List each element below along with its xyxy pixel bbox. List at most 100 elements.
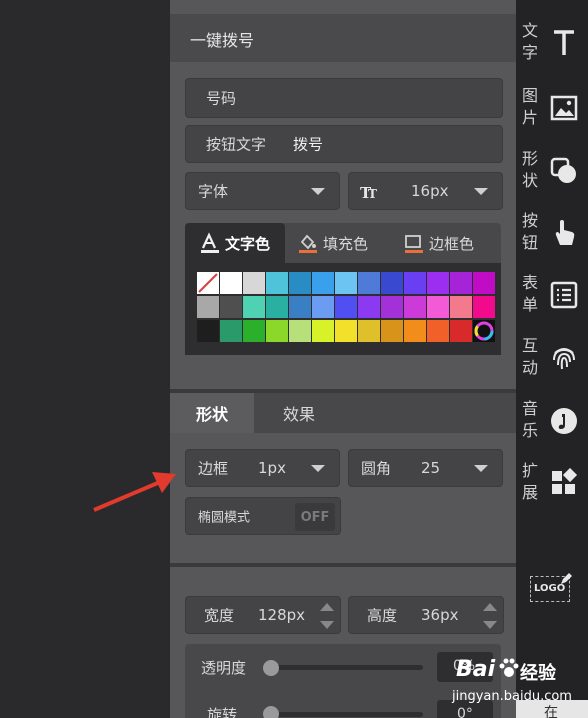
rail-label-interact: 互动 [522,336,539,377]
color-swatch[interactable] [266,296,288,318]
tab-fill-color[interactable]: 填充色 [297,223,397,263]
color-swatch[interactable] [427,296,449,318]
color-swatch[interactable] [243,272,265,294]
border-select[interactable]: 边框 1px [185,449,340,487]
left-canvas-area [0,0,170,718]
button-text-field[interactable]: 按钮文字 拨号 [185,125,503,163]
component-rail: 文字 图片 形状 按钮 表单 互动 音乐 扩展 LOGO [516,0,588,718]
text-color-icon [199,232,221,254]
color-swatch[interactable] [404,320,426,342]
color-swatch[interactable] [381,320,403,342]
color-swatch[interactable] [289,320,311,342]
ellipse-mode-field: 椭圆模式 OFF [185,497,341,535]
tab-effect[interactable]: 效果 [254,393,344,433]
color-tabs: 文字色 填充色 边框色 [185,223,501,263]
color-swatch[interactable] [266,272,288,294]
tab-shape[interactable]: 形状 [170,393,254,433]
color-swatch[interactable] [335,296,357,318]
height-value: 36px [421,606,459,624]
rotate-slider-thumb[interactable] [263,706,279,718]
chevron-down-icon [474,188,488,195]
color-swatch[interactable] [381,272,403,294]
height-field[interactable]: 高度 36px [348,596,504,634]
number-field[interactable]: 号码 [185,78,503,118]
rail-item-shape[interactable]: 形状 [516,148,588,206]
rail-label-shape: 形状 [522,149,539,190]
color-swatch[interactable] [358,296,380,318]
color-swatch[interactable] [197,320,219,342]
font-select[interactable]: 字体 [185,172,340,210]
rail-item-extend[interactable]: 扩展 [516,460,588,518]
color-swatch[interactable] [404,272,426,294]
color-swatch[interactable] [266,320,288,342]
height-stepper[interactable] [483,601,497,631]
color-swatch[interactable] [358,320,380,342]
radius-label: 圆角 [361,459,392,478]
color-palette [185,263,501,355]
color-swatch[interactable] [427,272,449,294]
color-swatch[interactable] [427,320,449,342]
chevron-down-icon [311,465,325,472]
color-swatch[interactable] [450,320,472,342]
rail-item-form[interactable]: 表单 [516,272,588,330]
form-icon [549,280,579,310]
music-icon [549,406,579,436]
color-swatch[interactable] [289,296,311,318]
tab-border-color[interactable]: 边框色 [403,223,503,263]
rail-item-text[interactable]: 文字 [516,20,588,78]
chevron-down-icon [474,465,488,472]
rail-label-text: 文字 [522,21,539,62]
rail-item-interact[interactable]: 互动 [516,335,588,393]
color-swatch[interactable] [381,296,403,318]
color-swatch[interactable] [197,296,219,318]
color-swatch[interactable] [220,320,242,342]
arrow-up-icon[interactable] [320,603,334,611]
width-value: 128px [258,606,306,624]
number-label: 号码 [206,89,237,108]
color-swatch[interactable] [335,272,357,294]
color-swatch[interactable] [289,272,311,294]
color-swatch[interactable] [450,296,472,318]
shape-tabs: 形状 效果 [170,393,516,433]
color-wheel-icon[interactable] [473,320,495,342]
color-swatch[interactable] [243,320,265,342]
color-swatch[interactable] [220,296,242,318]
opacity-slider-thumb[interactable] [263,660,279,676]
radius-select[interactable]: 圆角 25 [348,449,503,487]
color-swatch[interactable] [312,320,334,342]
rail-label-form: 表单 [522,273,539,314]
color-swatch[interactable] [450,272,472,294]
arrow-down-icon[interactable] [483,621,497,629]
border-label: 边框 [198,459,229,478]
watermark: Bai 经验 jingyan.baidu.com [448,655,588,718]
width-field[interactable]: 宽度 128px [185,596,341,634]
color-swatch[interactable] [312,272,334,294]
color-swatch[interactable] [312,296,334,318]
arrow-down-icon[interactable] [320,621,334,629]
font-size-select[interactable]: TT 16px [348,172,503,210]
rail-item-music[interactable]: 音乐 [516,398,588,456]
swatch-none[interactable] [197,272,219,294]
color-swatch[interactable] [473,296,495,318]
ellipse-mode-toggle[interactable]: OFF [295,503,335,531]
arrow-up-icon[interactable] [483,603,497,611]
color-swatch[interactable] [358,272,380,294]
color-swatch[interactable] [335,320,357,342]
ellipse-mode-label: 椭圆模式 [198,510,251,526]
color-swatch[interactable] [243,296,265,318]
tab-fill-color-label: 填充色 [323,234,369,253]
color-swatch[interactable] [220,272,242,294]
pencil-icon [560,570,572,584]
width-stepper[interactable] [320,601,334,631]
watermark-brand2: 经验 [520,663,556,684]
color-swatch[interactable] [473,272,495,294]
tab-text-color[interactable]: 文字色 [185,223,285,263]
rotate-slider-track[interactable] [267,712,423,717]
watermark-brand: Bai [456,657,496,682]
rail-item-image[interactable]: 图片 [516,85,588,143]
opacity-slider-track[interactable] [267,665,423,670]
color-swatch[interactable] [404,296,426,318]
rail-item-button[interactable]: 按钮 [516,210,588,268]
rail-label-music: 音乐 [522,399,539,440]
logo-button[interactable]: LOGO [530,570,574,606]
